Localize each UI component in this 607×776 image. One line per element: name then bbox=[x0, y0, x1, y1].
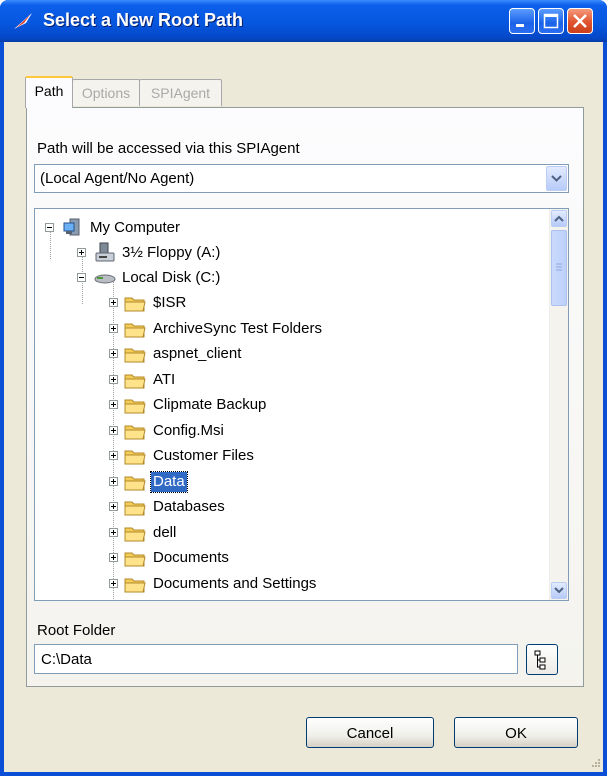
maximize-button[interactable] bbox=[538, 8, 564, 34]
floppy-drive-icon bbox=[95, 242, 115, 262]
tree-node-label: Config.Msi bbox=[153, 422, 224, 439]
chevron-down-icon bbox=[554, 587, 564, 594]
scroll-up-button[interactable] bbox=[551, 210, 567, 227]
ok-button[interactable]: OK bbox=[454, 717, 578, 748]
tab-spiagent[interactable]: SPIAgent bbox=[139, 79, 222, 106]
root-folder-input[interactable] bbox=[34, 644, 518, 674]
folder-icon bbox=[124, 297, 146, 312]
hard-drive-icon bbox=[94, 274, 116, 284]
tree-node-label: 3½ Floppy (A:) bbox=[122, 244, 221, 261]
chevron-up-icon bbox=[554, 215, 564, 222]
tree-node-label: Local Disk (C:) bbox=[122, 269, 221, 286]
computer-icon bbox=[63, 218, 80, 236]
tree-node-label: Clipmate Backup bbox=[153, 396, 267, 413]
folder-icon bbox=[124, 476, 146, 491]
maximize-icon bbox=[543, 13, 559, 29]
browse-folder-button[interactable] bbox=[526, 644, 558, 675]
agent-select-value: (Local Agent/No Agent) bbox=[40, 170, 195, 187]
tab-options[interactable]: Options bbox=[72, 79, 140, 106]
dialog-client-area: Path Options SPIAgent Path will be acces… bbox=[4, 42, 603, 772]
expand-toggle[interactable] bbox=[109, 553, 118, 562]
expand-toggle[interactable] bbox=[109, 400, 118, 409]
title-bar[interactable]: Select a New Root Path bbox=[0, 0, 607, 42]
tree-connector bbox=[50, 229, 51, 259]
collapse-toggle[interactable] bbox=[45, 223, 54, 232]
scroll-thumb[interactable] bbox=[551, 230, 567, 306]
minimize-button[interactable] bbox=[509, 8, 535, 34]
expand-toggle[interactable] bbox=[109, 502, 118, 511]
folder-icon bbox=[124, 501, 146, 516]
expand-toggle[interactable] bbox=[109, 298, 118, 307]
root-folder-label: Root Folder bbox=[37, 622, 116, 639]
folder-icon bbox=[124, 348, 146, 363]
tree-node-label: $ISR bbox=[153, 294, 187, 311]
expand-toggle[interactable] bbox=[109, 375, 118, 384]
tree-node-label: aspnet_client bbox=[153, 345, 242, 362]
expand-toggle[interactable] bbox=[109, 528, 118, 537]
close-button[interactable] bbox=[567, 8, 593, 34]
chevron-down-icon bbox=[551, 175, 562, 182]
folder-tree[interactable]: My Computer 3½ Floppy (A:) Local Disk (C… bbox=[34, 208, 569, 601]
folder-icon bbox=[124, 450, 146, 465]
tab-options-label: Options bbox=[81, 85, 131, 101]
grip-lines-icon bbox=[556, 263, 562, 271]
expand-toggle[interactable] bbox=[77, 248, 86, 257]
cancel-button[interactable]: Cancel bbox=[306, 717, 434, 748]
collapse-toggle[interactable] bbox=[77, 273, 86, 282]
expand-toggle[interactable] bbox=[109, 477, 118, 486]
agent-dropdown-button[interactable] bbox=[546, 166, 567, 191]
tree-scrollbar[interactable] bbox=[549, 209, 568, 600]
agent-label: Path will be accessed via this SPIAgent bbox=[37, 140, 300, 157]
tree-node-label: Customer Files bbox=[153, 447, 254, 464]
folder-icon bbox=[124, 527, 146, 542]
folder-icon bbox=[124, 374, 146, 389]
window-title: Select a New Root Path bbox=[43, 10, 244, 30]
scroll-down-button[interactable] bbox=[551, 582, 567, 599]
tree-node-label: dell bbox=[153, 524, 177, 541]
folder-icon bbox=[124, 552, 146, 567]
tree-node-label: Documents and Settings bbox=[153, 575, 317, 592]
tree-node-label: ArchiveSync Test Folders bbox=[153, 320, 322, 337]
dialog-window: Select a New Root Path Path Options SPIA… bbox=[0, 0, 607, 776]
tree-node-label: Data bbox=[150, 471, 188, 493]
tab-path[interactable]: Path bbox=[25, 76, 73, 108]
app-logo-icon bbox=[14, 13, 32, 29]
tab-path-label: Path bbox=[34, 83, 64, 99]
agent-select[interactable]: (Local Agent/No Agent) bbox=[34, 164, 569, 193]
resize-grip-icon[interactable] bbox=[589, 758, 601, 770]
folder-icon bbox=[124, 399, 146, 414]
tree-node-label: ATI bbox=[153, 371, 176, 388]
expand-toggle[interactable] bbox=[109, 426, 118, 435]
tree-node-label: Documents bbox=[153, 549, 229, 566]
tab-spiagent-label: SPIAgent bbox=[150, 85, 211, 101]
folder-icon bbox=[124, 323, 146, 338]
folder-icon bbox=[124, 425, 146, 440]
folder-icon bbox=[124, 578, 146, 593]
folder-tree-icon bbox=[534, 650, 546, 670]
expand-toggle[interactable] bbox=[109, 349, 118, 358]
expand-toggle[interactable] bbox=[109, 451, 118, 460]
minimize-icon bbox=[516, 24, 524, 27]
expand-toggle[interactable] bbox=[109, 324, 118, 333]
tree-node-label: Databases bbox=[153, 498, 225, 515]
tree-node-label: My Computer bbox=[90, 219, 181, 236]
close-icon bbox=[573, 14, 587, 28]
expand-toggle[interactable] bbox=[109, 579, 118, 588]
